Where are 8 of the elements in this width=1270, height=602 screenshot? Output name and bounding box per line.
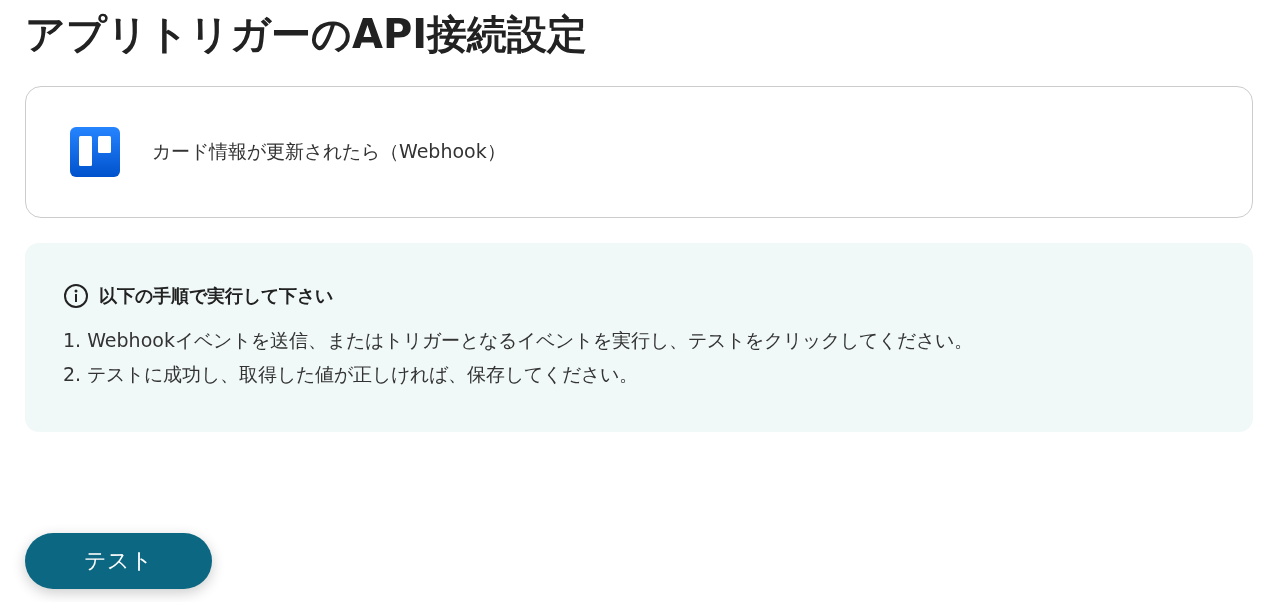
page-title: アプリトリガーのAPI接続設定 bbox=[25, 10, 589, 59]
instruction-step: 2. テストに成功し、取得した値が正しければ、保存してください。 bbox=[63, 357, 1216, 391]
board-app-icon bbox=[70, 127, 120, 177]
info-icon bbox=[63, 283, 89, 309]
test-button[interactable]: テスト bbox=[25, 533, 212, 589]
trigger-label: カード情報が更新されたら（Webhook） bbox=[152, 139, 506, 164]
instructions-heading: 以下の手順で実行して下さい bbox=[99, 284, 333, 308]
instruction-step: 1. Webhookイベントを送信、またはトリガーとなるイベントを実行し、テストをクリックしてください。 bbox=[63, 323, 1216, 357]
